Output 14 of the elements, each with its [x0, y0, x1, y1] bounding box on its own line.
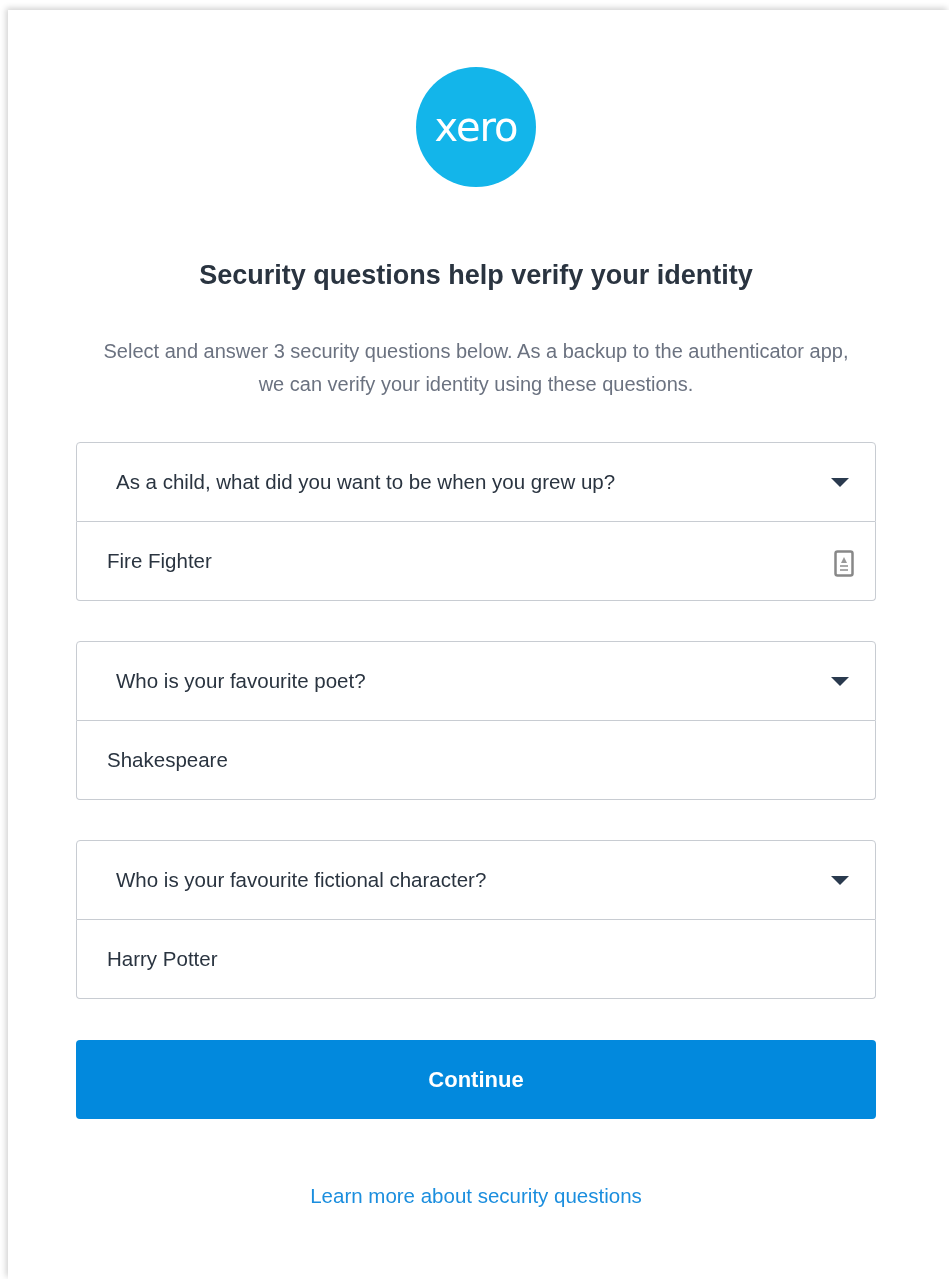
question-select[interactable]: Who is your favourite poet?	[76, 641, 876, 722]
answer-field[interactable]: Harry Potter	[76, 920, 876, 1000]
caret-icon	[831, 676, 849, 686]
intro-text: Select and answer 3 security questions below. As a backup to the authenticator app, we can verify your identity using these questions.	[102, 339, 850, 398]
question-select[interactable]: Who is your favourite fictional character?	[76, 840, 876, 921]
caret-icon	[831, 875, 849, 885]
contact-card-icon[interactable]	[834, 550, 854, 578]
logo: xero	[416, 67, 536, 187]
continue-button[interactable]: Continue	[76, 1040, 876, 1120]
help-link[interactable]: Learn more about security questions	[310, 1184, 642, 1208]
question-select[interactable]: As a child, what did you want to be when you grew up?	[76, 442, 876, 523]
caret-icon	[831, 477, 849, 487]
answer-field[interactable]: Shakespeare	[76, 721, 876, 801]
page-title: Security questions help verify your identity	[198, 259, 754, 292]
